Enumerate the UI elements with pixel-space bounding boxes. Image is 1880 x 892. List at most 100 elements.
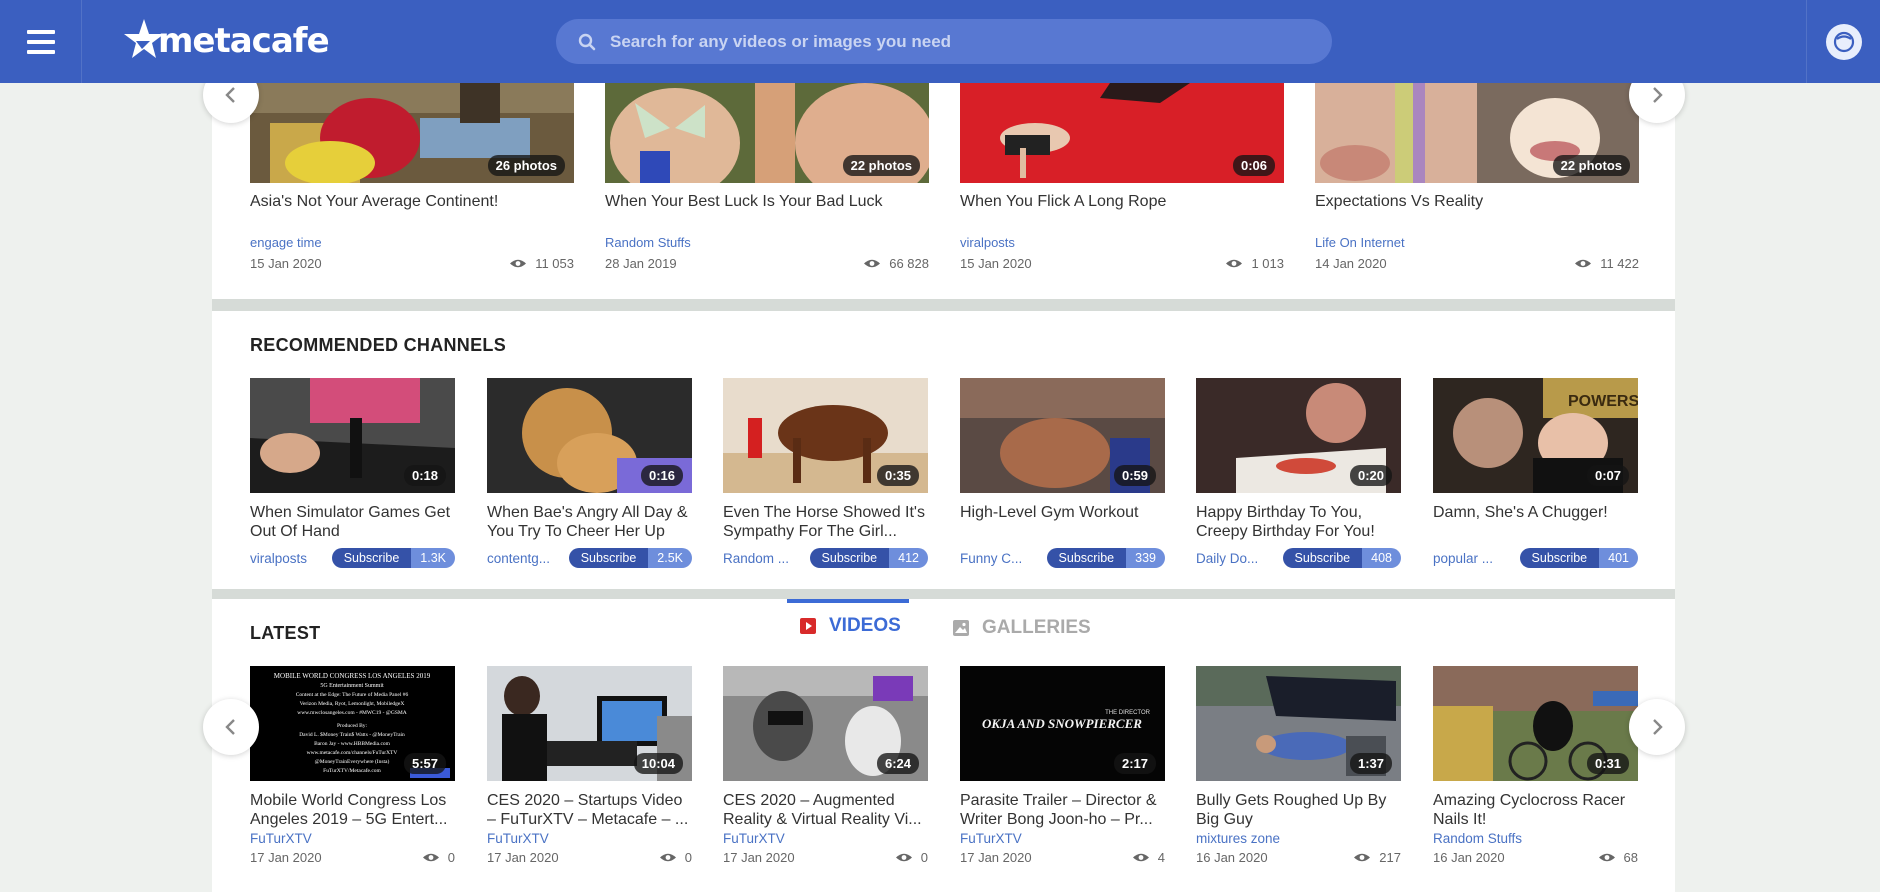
video-title[interactable]: High-Level Gym Workout [960, 503, 1165, 541]
card-meta: 15 Jan 2020 11 053 [250, 256, 574, 271]
metacafe-logo[interactable]: metacafe [122, 14, 330, 64]
channel-card[interactable]: 0:20 Happy Birthday To You, Creepy Birth… [1196, 378, 1401, 568]
channel-link[interactable]: mixtures zone [1196, 831, 1401, 846]
carousel-prev-button[interactable] [203, 699, 259, 755]
video-thumbnail[interactable]: POWERS 0:07 [1433, 378, 1638, 493]
tab-videos[interactable]: VIDEOS [787, 599, 909, 649]
channel-link[interactable]: viralposts [960, 235, 1284, 250]
video-title[interactable]: When Simulator Games Get Out Of Hand [250, 503, 455, 541]
channel-card[interactable]: 0:59 High-Level Gym Workout Funny C... S… [960, 378, 1165, 568]
user-avatar[interactable] [1825, 23, 1862, 60]
top-card[interactable]: 22 photos Expectations Vs Reality Life O… [1315, 83, 1639, 271]
channel-card[interactable]: 0:18 When Simulator Games Get Out Of Han… [250, 378, 455, 568]
eye-icon [659, 853, 676, 862]
card-title[interactable]: Expectations Vs Reality [1315, 193, 1639, 231]
channel-card[interactable]: 0:16 When Bae's Angry All Day & You Try … [487, 378, 692, 568]
channel-link[interactable]: FuTurXTV [723, 831, 928, 846]
svg-text:www.metacafe.com/channels/FuTu: www.metacafe.com/channels/FuTurXTV [307, 749, 398, 756]
video-card[interactable]: 10:04 CES 2020 – Startups Video – FuTurX… [487, 666, 692, 865]
video-thumbnail[interactable]: MOBILE WORLD CONGRESS LOS ANGELES 2019 5… [250, 666, 455, 781]
search-icon [578, 33, 596, 50]
channel-name[interactable]: popular ... [1433, 551, 1493, 566]
channel-link[interactable]: Life On Internet [1315, 235, 1639, 250]
video-thumbnail[interactable]: 0:35 [723, 378, 928, 493]
channel-link[interactable]: FuTurXTV [960, 831, 1165, 846]
channel-link[interactable]: Random Stuffs [605, 235, 929, 250]
channel-card[interactable]: 0:35 Even The Horse Showed It's Sympathy… [723, 378, 928, 568]
card-title[interactable]: When Your Best Luck Is Your Bad Luck [605, 193, 929, 231]
channel-name[interactable]: contentg... [487, 551, 550, 566]
eye-icon [422, 853, 439, 862]
card-date: 17 Jan 2020 [250, 850, 322, 865]
video-thumbnail[interactable]: 10:04 [487, 666, 692, 781]
subscribe-button[interactable]: Subscribe 412 [809, 548, 928, 568]
video-title[interactable]: CES 2020 – Startups Video – FuTurXTV – M… [487, 791, 692, 829]
thumb-caption: OKJA AND SNOWPIERCER [982, 716, 1142, 731]
channel-name[interactable]: Random ... [723, 551, 789, 566]
video-thumbnail[interactable]: THE DIRECTOR OKJA AND SNOWPIERCER 2:17 [960, 666, 1165, 781]
top-card-thumbnail[interactable]: 22 photos [605, 83, 929, 183]
video-title[interactable]: Even The Horse Showed It's Sympathy For … [723, 503, 928, 541]
duration-badge: 0:07 [1586, 465, 1629, 486]
video-card[interactable]: 1:37 Bully Gets Roughed Up By Big Guy mi… [1196, 666, 1401, 865]
search-input[interactable] [610, 31, 1290, 52]
video-thumbnail[interactable]: 0:31 [1433, 666, 1638, 781]
video-card[interactable]: MOBILE WORLD CONGRESS LOS ANGELES 2019 5… [250, 666, 455, 865]
top-card[interactable]: 22 photos When Your Best Luck Is Your Ba… [605, 83, 929, 271]
eye-icon [510, 259, 527, 268]
subscriber-count: 2.5K [648, 548, 692, 568]
subscribe-button[interactable]: Subscribe 2.5K [568, 548, 692, 568]
channel-link[interactable]: FuTurXTV [487, 831, 692, 846]
video-title[interactable]: CES 2020 – Augmented Reality & Virtual R… [723, 791, 928, 829]
video-card[interactable]: 0:31 Amazing Cyclocross Racer Nails It! … [1433, 666, 1638, 865]
video-title[interactable]: When Bae's Angry All Day & You Try To Ch… [487, 503, 692, 541]
card-meta: 15 Jan 2020 1 013 [960, 256, 1284, 271]
subscribe-button[interactable]: Subscribe 401 [1519, 548, 1638, 568]
channel-card[interactable]: POWERS 0:07 Damn, She's A Chugger! popul… [1433, 378, 1638, 568]
subscribe-button[interactable]: Subscribe 408 [1282, 548, 1401, 568]
search-bar[interactable] [556, 19, 1332, 64]
channel-link[interactable]: engage time [250, 235, 574, 250]
top-card-thumbnail[interactable]: 22 photos [1315, 83, 1639, 183]
menu-button[interactable] [0, 0, 82, 83]
video-title[interactable]: Happy Birthday To You, Creepy Birthday F… [1196, 503, 1401, 541]
video-thumbnail[interactable]: 1:37 [1196, 666, 1401, 781]
svg-text:David L. $Money Train$ Watts -: David L. $Money Train$ Watts - @MoneyTra… [299, 731, 405, 738]
top-card-thumbnail[interactable]: 26 photos [250, 83, 574, 183]
video-card[interactable]: 6:24 CES 2020 – Augmented Reality & Virt… [723, 666, 928, 865]
video-thumbnail[interactable]: 0:59 [960, 378, 1165, 493]
carousel-next-button[interactable] [1629, 699, 1685, 755]
video-title[interactable]: Bully Gets Roughed Up By Big Guy [1196, 791, 1401, 829]
video-title[interactable]: Amazing Cyclocross Racer Nails It! [1433, 791, 1638, 829]
top-card[interactable]: 0:06 When You Flick A Long Rope viralpos… [960, 83, 1284, 271]
top-card-thumbnail[interactable]: 0:06 [960, 83, 1284, 183]
video-thumbnail[interactable]: 0:18 [250, 378, 455, 493]
channel-link[interactable]: FuTurXTV [250, 831, 455, 846]
subscribe-button[interactable]: Subscribe 339 [1046, 548, 1165, 568]
view-count: 68 [1598, 850, 1638, 865]
channel-name[interactable]: Funny C... [960, 551, 1022, 566]
video-thumbnail[interactable]: 0:16 [487, 378, 692, 493]
channel-name[interactable]: viralposts [250, 551, 307, 566]
channel-link[interactable]: Random Stuffs [1433, 831, 1638, 846]
photo-count-badge: 22 photos [1552, 155, 1630, 176]
video-title[interactable]: Damn, She's A Chugger! [1433, 503, 1638, 541]
duration-badge: 6:24 [876, 753, 919, 774]
video-title[interactable]: Parasite Trailer – Director & Writer Bon… [960, 791, 1165, 829]
top-card[interactable]: 26 photos Asia's Not Your Average Contin… [250, 83, 574, 271]
video-card[interactable]: THE DIRECTOR OKJA AND SNOWPIERCER 2:17 P… [960, 666, 1165, 865]
video-thumbnail[interactable]: 0:20 [1196, 378, 1401, 493]
latest-panel: LATEST VIDEOS GALLERIES MOBILE WORLD CON… [212, 599, 1675, 892]
tab-galleries[interactable]: GALLERIES [952, 603, 1091, 653]
video-thumbnail[interactable]: 6:24 [723, 666, 928, 781]
subscribe-button[interactable]: Subscribe 1.3K [331, 548, 455, 568]
section-title: RECOMMENDED CHANNELS [250, 335, 507, 355]
channel-row: viralposts Subscribe 1.3K [250, 548, 455, 568]
card-title[interactable]: Asia's Not Your Average Continent! [250, 193, 574, 231]
card-title[interactable]: When You Flick A Long Rope [960, 193, 1284, 231]
view-count: 11 053 [509, 256, 574, 271]
channel-name[interactable]: Daily Do... [1196, 551, 1258, 566]
card-meta: 16 Jan 2020 68 [1433, 850, 1638, 865]
duration-badge: 2:17 [1113, 753, 1156, 774]
video-title[interactable]: Mobile World Congress Los Angeles 2019 –… [250, 791, 455, 829]
